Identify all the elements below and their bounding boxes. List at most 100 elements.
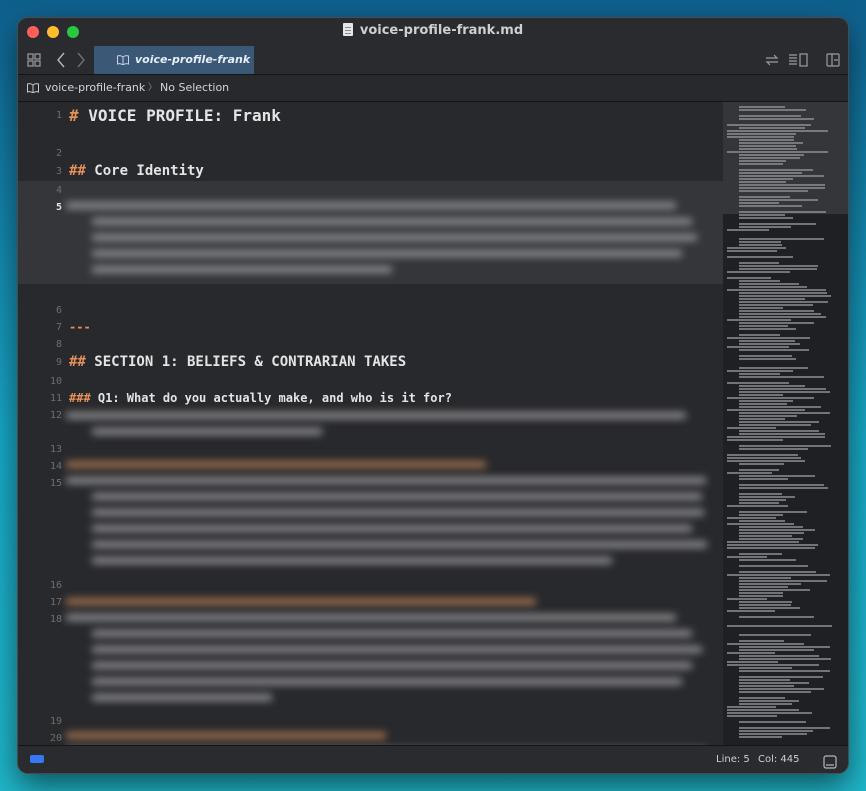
minimap-line [727, 505, 788, 507]
minimap-line [739, 670, 830, 672]
minimap-line [739, 349, 809, 351]
heading-text: Q1: What do you actually make, and who i… [90, 391, 452, 405]
heading-text: Core Identity [85, 163, 204, 179]
minimap-line [727, 556, 767, 558]
text-editor[interactable]: 1 2 3 4 5 6 7 8 9 10 11 12 13 14 15 16 1… [18, 102, 723, 745]
minimap-line [739, 187, 825, 189]
minimap-line [739, 415, 797, 417]
minimap-line [739, 262, 779, 264]
status-indicator-icon[interactable] [30, 755, 44, 763]
line-number-gutter: 1 2 3 4 5 6 7 8 9 10 11 12 13 14 15 16 1… [18, 102, 62, 745]
minimap-line [739, 586, 788, 588]
minimap-line [739, 373, 780, 375]
minimap-line [727, 256, 793, 258]
tab-voice-profile-frank[interactable]: voice-profile-frank [94, 46, 254, 74]
minimap-line [739, 655, 819, 657]
minimap-line [739, 178, 793, 180]
minimap-line [739, 589, 810, 591]
minimap-line [739, 316, 826, 318]
grid-icon[interactable] [27, 51, 41, 69]
minimap-line [739, 340, 795, 342]
minimap-line [739, 499, 786, 501]
minimap-line [739, 301, 828, 303]
minimap-line [739, 649, 814, 651]
minimap-line [739, 463, 784, 465]
heading-marker: # [69, 106, 79, 125]
minimap-line [739, 109, 806, 111]
minimap-line [739, 469, 779, 471]
minimap-line [739, 313, 821, 315]
minimap-line [739, 367, 808, 369]
minimap-line [739, 595, 783, 597]
line-number: 9 [55, 357, 62, 368]
status-line[interactable]: Line: 5 [716, 746, 750, 773]
minimap[interactable] [723, 102, 848, 745]
split-view-icon[interactable] [826, 51, 840, 69]
minimap-line [739, 688, 824, 690]
minimap-line [739, 388, 826, 390]
minimap-line [739, 139, 794, 141]
minimap-line [739, 412, 830, 414]
minimap-line [739, 700, 799, 702]
minimap-line [739, 163, 783, 165]
minimap-line [739, 328, 796, 330]
swap-arrows-icon[interactable] [765, 51, 779, 69]
breadcrumb-selection[interactable]: No Selection [160, 75, 229, 101]
minimap-line [727, 472, 772, 474]
heading-marker: ## [69, 354, 86, 370]
minimap-line [727, 598, 767, 600]
heading-text: VOICE PROFILE: Frank [78, 106, 281, 125]
minimap-line [727, 229, 769, 231]
minimap-line [739, 646, 830, 648]
minimap-line [727, 337, 810, 339]
minimap-line [739, 214, 785, 216]
book-icon [117, 55, 129, 65]
minimap-line [739, 484, 824, 486]
minimap-line [739, 280, 780, 282]
minimap-line [739, 196, 790, 198]
minimap-line [739, 106, 785, 108]
minimap-line [739, 682, 809, 684]
heading-marker: ## [69, 163, 86, 179]
minimap-line [739, 601, 792, 603]
minimap-line [739, 424, 811, 426]
chevron-left-icon[interactable] [56, 51, 66, 69]
minimap-line [739, 358, 796, 360]
heading-marker: ### [69, 391, 91, 405]
line-number: 19 [49, 716, 62, 727]
minimap-line [727, 709, 799, 711]
panel-toggle-icon[interactable] [823, 753, 837, 773]
minimap-line [727, 124, 811, 126]
minimap-line [739, 736, 782, 738]
line-number: 13 [49, 444, 62, 455]
minimap-line [739, 175, 824, 177]
breadcrumb-file[interactable]: voice-profile-frank [45, 75, 145, 101]
chevron-right-icon[interactable] [76, 51, 86, 69]
minimap-line [727, 346, 789, 348]
minimap-line [727, 523, 794, 525]
minimap-line [739, 295, 831, 297]
minimap-line [739, 475, 815, 477]
minimap-line [739, 310, 814, 312]
minimap-line [727, 397, 814, 399]
minimap-line [739, 406, 821, 408]
minimap-line [739, 298, 805, 300]
minimap-line [727, 706, 776, 708]
obscured-paragraph [62, 408, 702, 444]
minimap-line [739, 334, 780, 336]
minimap-line [739, 211, 826, 213]
minimap-line [727, 133, 796, 135]
minimap-line [739, 226, 791, 228]
outline-icon[interactable] [788, 51, 808, 69]
obscured-paragraph [62, 728, 712, 745]
minimap-line [739, 514, 783, 516]
status-column[interactable]: Col: 445 [758, 746, 800, 773]
minimap-line [727, 250, 777, 252]
minimap-line [739, 400, 793, 402]
minimap-line [739, 265, 818, 267]
minimap-line [739, 727, 830, 729]
minimap-line [739, 721, 806, 723]
rule-line-7: --- [69, 320, 91, 334]
minimap-line [739, 733, 807, 735]
minimap-line [727, 151, 828, 153]
